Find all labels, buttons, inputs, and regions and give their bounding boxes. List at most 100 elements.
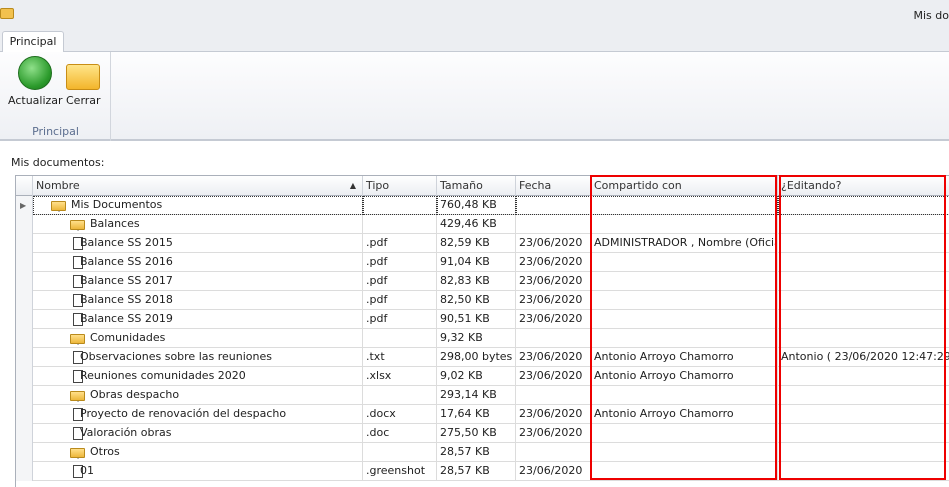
row-indicator[interactable] (16, 234, 33, 253)
tipo-cell: .doc (363, 424, 437, 443)
shared-cell (591, 462, 778, 481)
header-label: Nombre (36, 179, 80, 192)
fecha-cell: 23/06/2020 (516, 462, 591, 481)
row-indicator[interactable] (16, 272, 33, 291)
editing-cell (778, 424, 949, 443)
item-name: Balance SS 2019 (80, 312, 173, 325)
actualizar-button[interactable]: Actualizar (8, 56, 63, 107)
name-cell[interactable]: Valoración obras (33, 424, 363, 443)
shared-cell: Antonio Arroyo Chamorro (591, 348, 778, 367)
name-cell[interactable]: Balance SS 2015 (33, 234, 363, 253)
shared-cell (591, 424, 778, 443)
fecha-cell (516, 443, 591, 462)
item-name: Proyecto de renovación del despacho (80, 407, 287, 420)
column-header-fecha[interactable]: Fecha (516, 176, 591, 196)
cerrar-button[interactable]: Cerrar (66, 56, 101, 107)
file-row[interactable]: Reuniones comunidades 2020 .xlsx 9,02 KB 23… (16, 367, 949, 386)
size-cell: 429,46 KB (437, 215, 516, 234)
folder-close-icon (66, 64, 101, 90)
item-name: Balance SS 2016 (80, 255, 173, 268)
editing-cell: Antonio ( 23/06/2020 12:47:29 ) (778, 348, 949, 367)
editing-cell (778, 443, 949, 462)
item-name: Comunidades (90, 331, 166, 344)
row-indicator[interactable] (16, 367, 33, 386)
shared-cell (591, 291, 778, 310)
name-cell[interactable]: ⌵Obras despacho (33, 386, 363, 405)
name-cell[interactable]: Reuniones comunidades 2020 (33, 367, 363, 386)
documents-tree-grid[interactable]: Nombre ▲ Tipo Tamaño Fecha Compartido con… (15, 175, 949, 487)
item-name: Balance SS 2015 (80, 236, 173, 249)
name-cell[interactable]: ⌵Balances (33, 215, 363, 234)
sort-asc-icon: ▲ (349, 181, 356, 190)
column-header-compartido[interactable]: Compartido con (591, 176, 778, 196)
size-cell: 91,04 KB (437, 253, 516, 272)
row-indicator[interactable] (16, 443, 33, 462)
shared-cell: Antonio Arroyo Chamorro (591, 405, 778, 424)
fecha-cell: 23/06/2020 (516, 234, 591, 253)
indicator-header (16, 176, 33, 196)
row-indicator[interactable]: ▶ (16, 196, 33, 215)
name-cell[interactable]: ⌵Mis Documentos (33, 196, 363, 215)
row-indicator[interactable] (16, 310, 33, 329)
size-cell: 298,00 bytes (437, 348, 516, 367)
grid-header: Nombre ▲ Tipo Tamaño Fecha Compartido con… (16, 176, 949, 196)
file-row[interactable]: Balance SS 2016 .pdf 91,04 KB 23/06/2020 (16, 253, 949, 272)
row-indicator[interactable] (16, 329, 33, 348)
folder-row[interactable]: ⌵Otros 28,57 KB (16, 443, 949, 462)
row-indicator[interactable] (16, 424, 33, 443)
file-row[interactable]: Balance SS 2019 .pdf 90,51 KB 23/06/2020 (16, 310, 949, 329)
editing-cell (778, 386, 949, 405)
size-cell: 82,83 KB (437, 272, 516, 291)
file-row[interactable]: Observaciones sobre las reuniones .txt 298… (16, 348, 949, 367)
column-header-tipo[interactable]: Tipo (363, 176, 437, 196)
row-indicator[interactable] (16, 291, 33, 310)
editing-cell (778, 272, 949, 291)
row-indicator[interactable] (16, 405, 33, 424)
file-row[interactable]: Proyecto de renovación del despacho .docx… (16, 405, 949, 424)
tipo-cell: .txt (363, 348, 437, 367)
tipo-cell: .docx (363, 405, 437, 424)
item-name: Balance SS 2018 (80, 293, 173, 306)
name-cell[interactable]: 01 (33, 462, 363, 481)
section-label: Mis documentos: (11, 156, 105, 169)
name-cell[interactable]: Proyecto de renovación del despacho (33, 405, 363, 424)
name-cell[interactable]: ⌵Comunidades (33, 329, 363, 348)
shared-cell (591, 386, 778, 405)
column-header-nombre[interactable]: Nombre ▲ (33, 176, 363, 196)
column-header-editando[interactable]: ¿Editando? (778, 176, 949, 196)
row-indicator[interactable] (16, 386, 33, 405)
tipo-cell: .greenshot (363, 462, 437, 481)
folder-row[interactable]: ⌵Comunidades 9,32 KB (16, 329, 949, 348)
folder-row[interactable]: ⌵Obras despacho 293,14 KB (16, 386, 949, 405)
row-indicator[interactable] (16, 462, 33, 481)
name-cell[interactable]: Observaciones sobre las reuniones (33, 348, 363, 367)
name-cell[interactable]: Balance SS 2019 (33, 310, 363, 329)
name-cell[interactable]: Balance SS 2016 (33, 253, 363, 272)
file-row[interactable]: 01 .greenshot 28,57 KB 23/06/2020 (16, 462, 949, 481)
size-cell: 760,48 KB (437, 196, 516, 215)
tipo-cell (363, 196, 437, 215)
row-indicator[interactable] (16, 215, 33, 234)
folder-icon (70, 334, 85, 344)
column-header-tamano[interactable]: Tamaño (437, 176, 516, 196)
file-row[interactable]: Valoración obras .doc 275,50 KB 23/06/2020 (16, 424, 949, 443)
fecha-cell: 23/06/2020 (516, 367, 591, 386)
name-cell[interactable]: Balance SS 2018 (33, 291, 363, 310)
folder-row[interactable]: ⌵Balances 429,46 KB (16, 215, 949, 234)
file-row[interactable]: Balance SS 2018 .pdf 82,50 KB 23/06/2020 (16, 291, 949, 310)
shared-cell (591, 253, 778, 272)
fecha-cell: 23/06/2020 (516, 405, 591, 424)
file-row[interactable]: Balance SS 2017 .pdf 82,83 KB 23/06/2020 (16, 272, 949, 291)
row-indicator[interactable] (16, 348, 33, 367)
fecha-cell: 23/06/2020 (516, 253, 591, 272)
file-row[interactable]: Balance SS 2015 .pdf 82,59 KB 23/06/2020 ADM… (16, 234, 949, 253)
name-cell[interactable]: ⌵Otros (33, 443, 363, 462)
app-folder-icon (0, 8, 14, 19)
shared-cell: ADMINISTRADOR , Nombre (Oficial ... (591, 234, 778, 253)
tab-principal[interactable]: Principal (2, 31, 64, 53)
folder-row[interactable]: ▶⌵Mis Documentos 760,48 KB (16, 196, 949, 215)
actualizar-label: Actualizar (8, 94, 63, 107)
name-cell[interactable]: Balance SS 2017 (33, 272, 363, 291)
row-indicator[interactable] (16, 253, 33, 272)
tipo-cell: .pdf (363, 253, 437, 272)
